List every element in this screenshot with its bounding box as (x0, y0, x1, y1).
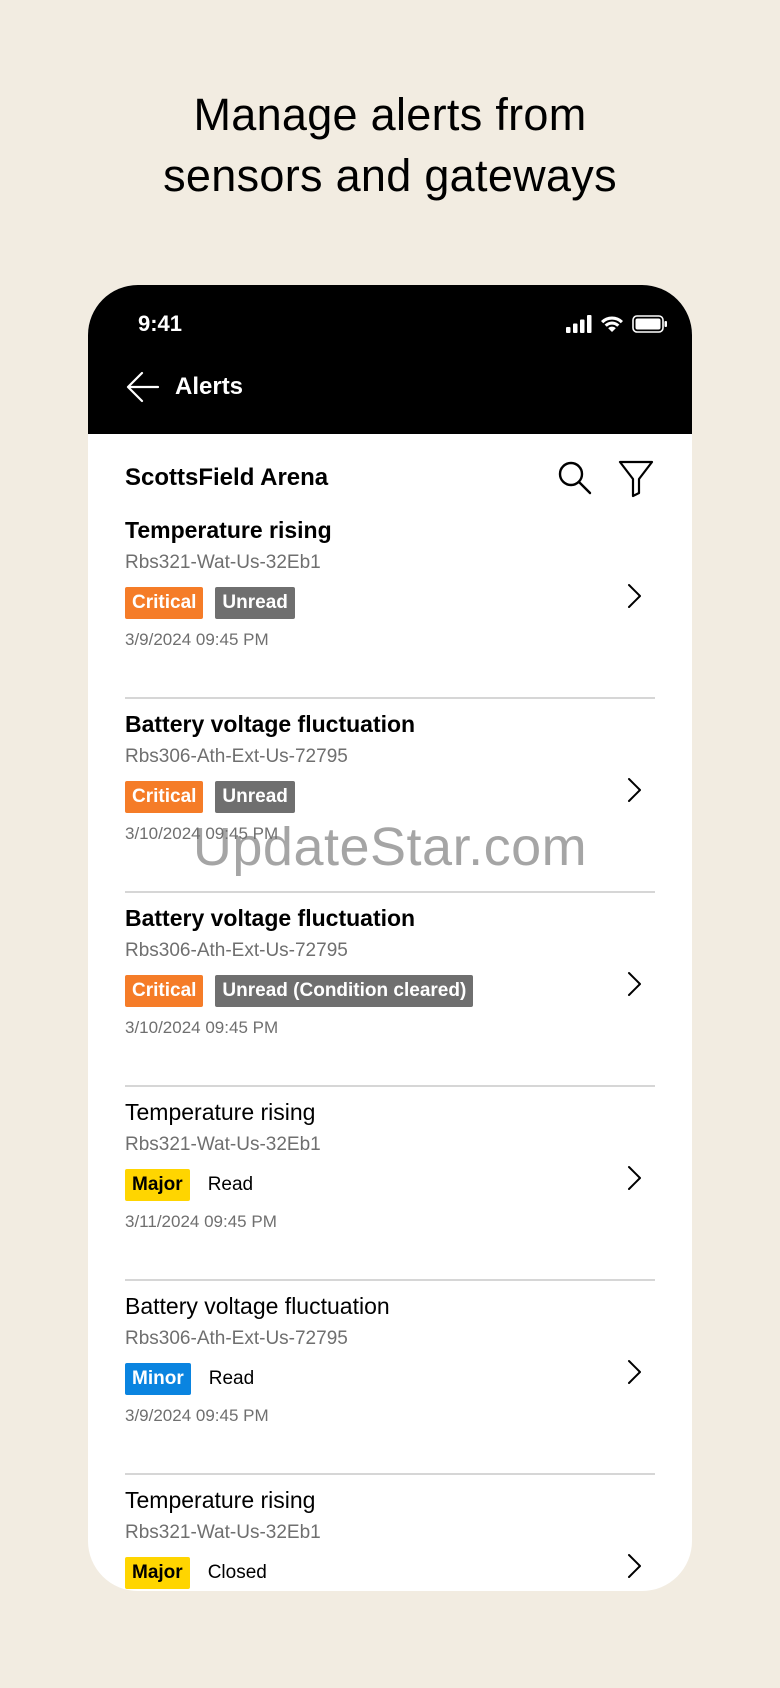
alert-badges: Critical Unread (125, 781, 295, 813)
filter-button[interactable] (616, 458, 656, 498)
alert-title: Temperature rising (125, 1099, 316, 1125)
alert-timestamp: 3/9/2024 09:45 PM (125, 630, 269, 649)
chevron-right-icon[interactable] (623, 777, 645, 803)
severity-badge: Critical (125, 781, 204, 813)
wifi-icon (601, 316, 623, 332)
alert-list: Temperature rising Rbs321-Wat-Us-32Eb1 Cri… (125, 505, 655, 1591)
marketing-headline: Manage alerts from sensors and gateways (0, 84, 780, 206)
alert-device-id: Rbs321-Wat-Us-32Eb1 (125, 1134, 321, 1155)
chevron-right-icon[interactable] (623, 1359, 645, 1385)
alert-row[interactable]: Temperature rising Rbs321-Wat-Us-32Eb1 Maj… (125, 1087, 655, 1281)
search-icon (558, 461, 592, 495)
phone-frame: 9:41 Alerts ScottsField Arena Temperatur… (88, 285, 692, 1591)
alert-title: Battery voltage fluctuation (125, 711, 416, 737)
alert-row[interactable]: Temperature rising Rbs321-Wat-Us-32Eb1 Cri… (125, 505, 655, 699)
severity-badge: Critical (125, 975, 204, 1007)
alert-title: Temperature rising (125, 1487, 316, 1513)
alert-timestamp: 3/10/2024 09:45 PM (125, 824, 279, 843)
chevron-right-icon[interactable] (623, 971, 645, 997)
site-title: ScottsField Arena (125, 464, 329, 491)
alert-title: Temperature rising (125, 517, 332, 543)
severity-badge: Major (125, 1169, 190, 1201)
chevron-right-icon[interactable] (623, 1553, 645, 1579)
alert-badges: Major Read (125, 1169, 259, 1201)
signal-icon (566, 315, 592, 333)
alert-device-id: Rbs321-Wat-Us-32Eb1 (125, 552, 321, 573)
headline-line-2: sensors and gateways (163, 150, 617, 201)
status-time: 9:41 (138, 311, 183, 336)
headline-line-1: Manage alerts from (193, 89, 587, 140)
alert-device-id: Rbs306-Ath-Ext-Us-72795 (125, 746, 348, 767)
chevron-right-icon[interactable] (623, 583, 645, 609)
status-badge: Unread (215, 781, 295, 813)
status-badge: Read (207, 1174, 254, 1195)
status-badge: Unread (215, 587, 295, 619)
app-header: 9:41 Alerts (88, 285, 692, 434)
alert-row[interactable]: Battery voltage fluctuation Rbs306-Ath-Ex… (125, 1281, 655, 1475)
alert-row[interactable]: Battery voltage fluctuation Rbs306-Ath-Ex… (125, 893, 655, 1087)
alert-badges: Critical Unread (125, 587, 295, 619)
arrow-left-icon[interactable] (126, 370, 160, 404)
alert-timestamp: 3/11/2024 09:45 PM (125, 1212, 277, 1231)
severity-badge: Minor (125, 1363, 191, 1395)
alert-timestamp: 3/9/2024 09:45 PM (125, 1406, 269, 1425)
alert-badges: Major Closed (125, 1557, 273, 1589)
alert-badges: Minor Read (125, 1363, 260, 1395)
status-badge: Read (208, 1368, 255, 1389)
alert-timestamp: 3/10/2024 09:45 PM (125, 1018, 279, 1037)
severity-badge: Major (125, 1557, 190, 1589)
status-badge: Closed (207, 1562, 267, 1583)
page-title: Alerts (175, 373, 244, 400)
alert-title: Battery voltage fluctuation (125, 905, 416, 931)
alert-device-id: Rbs306-Ath-Ext-Us-72795 (125, 940, 348, 961)
alert-device-id: Rbs306-Ath-Ext-Us-72795 (125, 1328, 348, 1349)
severity-badge: Critical (125, 587, 204, 619)
alert-device-id: Rbs321-Wat-Us-32Eb1 (125, 1522, 321, 1543)
alert-row[interactable]: Temperature rising Rbs321-Wat-Us-32Eb1 Maj… (125, 1475, 655, 1591)
status-badge: Unread (Condition cleared) (215, 975, 474, 1007)
alert-row[interactable]: Battery voltage fluctuation Rbs306-Ath-Ex… (125, 699, 655, 893)
alert-title: Battery voltage fluctuation (125, 1293, 390, 1319)
status-icons (566, 311, 668, 337)
search-button[interactable] (555, 458, 595, 498)
chevron-right-icon[interactable] (623, 1165, 645, 1191)
filter-icon (618, 460, 654, 498)
battery-icon (632, 315, 667, 333)
alert-badges: Critical Unread (Condition cleared) (125, 975, 474, 1007)
